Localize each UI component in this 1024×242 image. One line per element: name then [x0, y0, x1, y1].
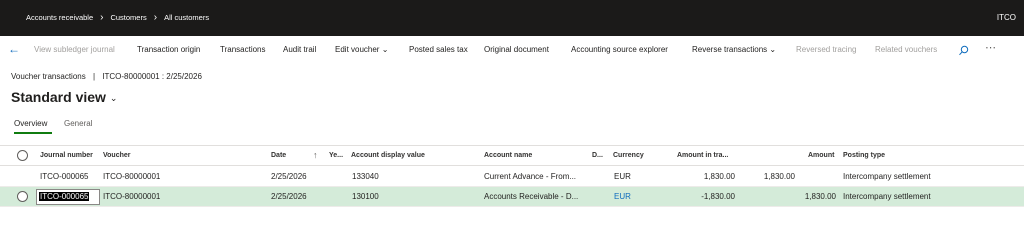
chevron-down-icon: ⌄	[381, 45, 389, 54]
breadcrumb-all-customers[interactable]: All customers	[164, 13, 209, 22]
column-header-d[interactable]: D...	[592, 152, 603, 159]
journal-number-cell[interactable]: ITCO-000065	[40, 172, 88, 181]
chevron-right-icon: ›	[100, 11, 104, 23]
journal-number-input[interactable]: ITCO-000065	[36, 189, 100, 205]
posting-type-cell[interactable]: Intercompany settlement	[843, 192, 931, 201]
posted-sales-tax-button[interactable]: Posted sales tax	[409, 45, 468, 54]
company-picker[interactable]: ITCO	[997, 13, 1016, 22]
breadcrumb-accounts-receivable[interactable]: Accounts receivable	[26, 13, 93, 22]
amount-debit-cell[interactable]: 1,830.00	[740, 172, 795, 181]
table-row-selected[interactable]: ITCO-000065 ITCO-80000001 2/25/2026 1301…	[0, 187, 1024, 207]
action-pane: ← View subledger journal Transaction ori…	[0, 40, 1024, 62]
caption-separator: |	[92, 72, 96, 81]
journal-number-cell: ITCO-000065	[39, 192, 90, 201]
currency-link[interactable]: EUR	[614, 192, 631, 201]
account-display-value-cell[interactable]: 130100	[352, 192, 379, 201]
edit-voucher-label: Edit voucher	[335, 45, 380, 54]
column-header-account-display-value[interactable]: Account display value	[351, 152, 425, 159]
chevron-down-icon: ⌄	[109, 92, 118, 103]
column-header-voucher[interactable]: Voucher	[103, 152, 131, 159]
view-subledger-journal-button[interactable]: View subledger journal	[34, 45, 115, 54]
edit-voucher-menu[interactable]: Edit voucher ⌄	[335, 45, 388, 54]
audit-trail-button[interactable]: Audit trail	[283, 45, 316, 54]
top-navigation-bar: Accounts receivable › Customers › All cu…	[0, 0, 1024, 36]
sort-ascending-icon: ↑	[313, 150, 318, 160]
account-name-cell[interactable]: Accounts Receivable - D...	[484, 192, 578, 201]
reverse-transactions-label: Reverse transactions	[692, 45, 768, 54]
column-header-account-name[interactable]: Account name	[484, 152, 532, 159]
grid-header: Journal number Voucher Date ↑ Ye... Acco…	[0, 145, 1024, 166]
reversed-tracing-button[interactable]: Reversed tracing	[796, 45, 856, 54]
back-arrow-icon[interactable]: ←	[8, 42, 20, 56]
more-icon[interactable]: ⋯	[985, 41, 997, 54]
voucher-id: ITCO-80000001 : 2/25/2026	[102, 72, 202, 81]
view-name: Standard view	[11, 89, 106, 105]
tab-overview[interactable]: Overview	[14, 119, 47, 128]
chevron-down-icon: ⌄	[769, 45, 777, 54]
page-caption: Voucher transactions | ITCO-80000001 : 2…	[11, 72, 202, 81]
table-row[interactable]: ITCO-000065 ITCO-80000001 2/25/2026 1330…	[0, 167, 1024, 187]
column-header-year[interactable]: Ye...	[329, 152, 343, 159]
account-display-value-cell[interactable]: 133040	[352, 172, 379, 181]
breadcrumb: Accounts receivable › Customers › All cu…	[26, 11, 209, 23]
view-selector[interactable]: Standard view ⌄	[11, 89, 117, 105]
column-header-amount[interactable]: Amount	[808, 152, 834, 159]
voucher-cell[interactable]: ITCO-80000001	[103, 172, 160, 181]
amount-in-transaction-cell[interactable]: 1,830.00	[680, 172, 735, 181]
original-document-button[interactable]: Original document	[484, 45, 549, 54]
reverse-transactions-menu[interactable]: Reverse transactions ⌄	[692, 45, 776, 54]
select-all-radio[interactable]	[17, 150, 28, 161]
tab-general[interactable]: General	[64, 119, 92, 128]
search-icon[interactable]	[958, 45, 970, 57]
active-tab-indicator	[14, 132, 52, 134]
accounting-source-explorer-button[interactable]: Accounting source explorer	[571, 45, 668, 54]
transactions-button[interactable]: Transactions	[220, 45, 266, 54]
voucher-transactions-title: Voucher transactions	[11, 72, 86, 81]
transaction-origin-button[interactable]: Transaction origin	[137, 45, 200, 54]
account-name-cell[interactable]: Current Advance - From...	[484, 172, 576, 181]
row-select-radio[interactable]	[17, 191, 28, 202]
amount-in-transaction-cell[interactable]: -1,830.00	[680, 192, 735, 201]
date-cell[interactable]: 2/25/2026	[271, 192, 307, 201]
voucher-cell[interactable]: ITCO-80000001	[103, 192, 160, 201]
column-header-journal-number[interactable]: Journal number	[40, 152, 93, 159]
breadcrumb-customers[interactable]: Customers	[110, 13, 146, 22]
column-header-posting-type[interactable]: Posting type	[843, 152, 885, 159]
column-header-currency[interactable]: Currency	[613, 152, 644, 159]
chevron-right-icon: ›	[153, 11, 158, 23]
amount-cell[interactable]: 1,830.00	[780, 192, 836, 201]
column-header-date[interactable]: Date	[271, 152, 286, 159]
related-vouchers-button[interactable]: Related vouchers	[875, 45, 937, 54]
column-header-amount-in-transaction[interactable]: Amount in tra...	[677, 152, 728, 159]
date-cell[interactable]: 2/25/2026	[271, 172, 307, 181]
currency-cell[interactable]: EUR	[614, 172, 631, 181]
posting-type-cell[interactable]: Intercompany settlement	[843, 172, 931, 181]
